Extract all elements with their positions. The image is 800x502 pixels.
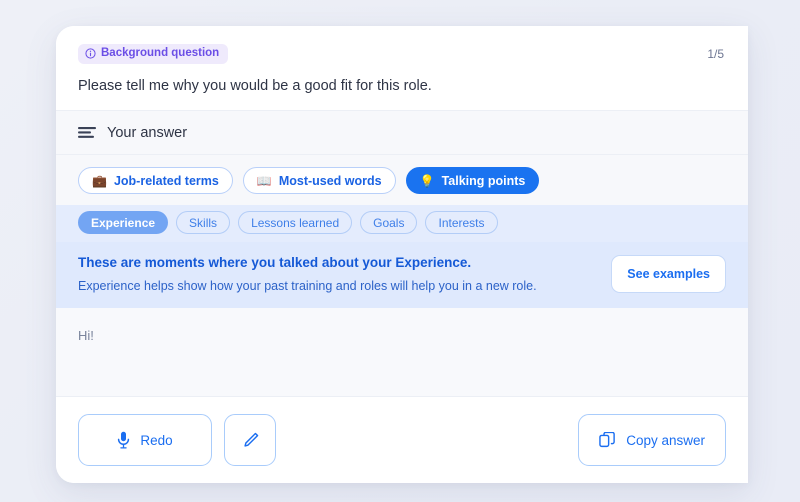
action-footer: Redo Copy answer <box>56 397 748 483</box>
tab-most-used-words-label: Most-used words <box>278 173 382 188</box>
briefcase-icon: 💼 <box>92 173 107 188</box>
answer-value: Hi! <box>78 328 94 343</box>
tab-job-related-terms-label: Job-related terms <box>113 173 219 188</box>
chip-interests[interactable]: Interests <box>425 211 498 234</box>
edit-button[interactable] <box>224 414 276 466</box>
info-banner-subtitle: Experience helps show how your past trai… <box>78 279 537 294</box>
insight-tabs: 💼 Job-related terms 📖 Most-used words 💡 … <box>56 155 748 205</box>
answer-card: Background question 1/5 Please tell me w… <box>56 26 748 483</box>
info-circle-icon <box>85 48 96 59</box>
tab-talking-points-label: Talking points <box>441 173 526 188</box>
lightbulb-icon: 💡 <box>419 173 435 188</box>
question-section: Background question 1/5 Please tell me w… <box>56 26 748 110</box>
chip-skills[interactable]: Skills <box>176 211 231 234</box>
question-text: Please tell me why you would be a good f… <box>78 78 432 95</box>
redo-button-label: Redo <box>140 432 173 448</box>
status-badge: Background question <box>78 44 229 64</box>
page-counter: 1/5 <box>707 47 724 61</box>
copy-answer-button-label: Copy answer <box>626 432 705 448</box>
info-banner-title: These are moments where you talked about… <box>78 254 472 270</box>
topic-chips: Experience Skills Lessons learned Goals … <box>56 205 748 242</box>
copy-icon <box>599 431 616 449</box>
chip-lessons-learned[interactable]: Lessons learned <box>238 211 353 234</box>
answer-text-area[interactable]: Hi! <box>56 308 748 397</box>
redo-button[interactable]: Redo <box>78 414 212 466</box>
status-badge-label: Background question <box>101 47 220 59</box>
open-book-icon: 📖 <box>256 173 272 188</box>
tab-most-used-words[interactable]: 📖 Most-used words <box>242 167 396 194</box>
info-banner-text: These are moments where you talked about… <box>78 254 537 295</box>
info-banner: These are moments where you talked about… <box>56 242 748 308</box>
copy-answer-button[interactable]: Copy answer <box>578 414 726 466</box>
chip-goals[interactable]: Goals <box>360 211 418 234</box>
text-lines-icon <box>78 126 96 139</box>
answer-section-header: Your answer <box>56 110 748 155</box>
tab-talking-points[interactable]: 💡 Talking points <box>405 167 540 194</box>
pencil-icon <box>241 431 260 450</box>
tab-job-related-terms[interactable]: 💼 Job-related terms <box>78 167 233 194</box>
answer-section-title: Your answer <box>107 124 188 141</box>
chip-experience[interactable]: Experience <box>78 211 169 234</box>
see-examples-button[interactable]: See examples <box>611 255 726 293</box>
footer-left-actions: Redo <box>78 414 276 466</box>
microphone-icon <box>117 431 130 449</box>
